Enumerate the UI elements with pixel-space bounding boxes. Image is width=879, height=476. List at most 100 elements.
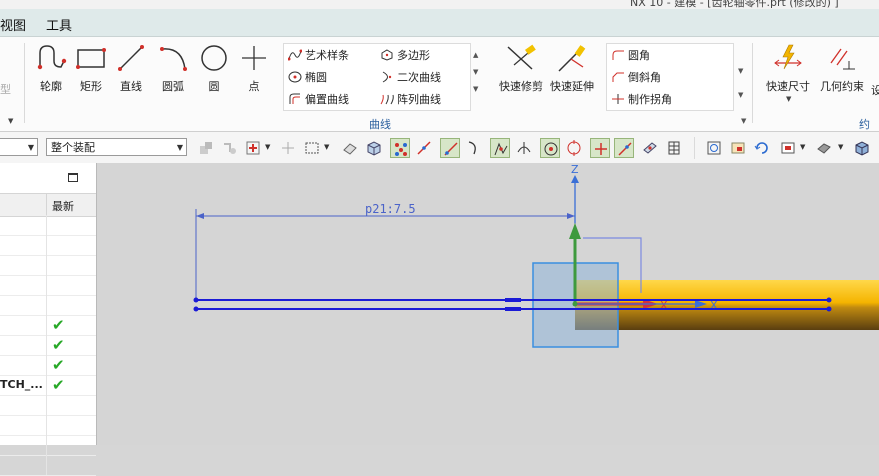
geometric-constraint-button[interactable]: 几何约束 <box>818 43 866 94</box>
menu-tools[interactable]: 工具 <box>46 15 72 34</box>
zoom-view-button[interactable] <box>728 138 748 158</box>
arc-button[interactable]: 圆弧 <box>153 43 193 94</box>
sketch-endpoint[interactable] <box>193 306 199 312</box>
quick-trim-button[interactable]: 快速修剪 <box>499 43 543 94</box>
make-corner-item[interactable]: 制作拐角 <box>611 91 672 107</box>
fit-view-icon <box>707 141 721 155</box>
point-snap-button[interactable] <box>278 138 298 158</box>
csys-origin[interactable] <box>572 301 578 307</box>
fit-view-button[interactable] <box>704 138 724 158</box>
control-point-snap-button[interactable] <box>440 138 460 158</box>
curve-gallery-scroll[interactable]: ▲ ▼ ▼ <box>473 47 478 98</box>
snap-point-menu-button[interactable] <box>243 138 263 158</box>
point-button[interactable]: 点 <box>234 43 274 94</box>
corner-gallery: 圆角 倒斜角 制作拐角 <box>606 43 734 111</box>
fillet-item[interactable]: 圆角 <box>611 47 650 63</box>
settings-partial-label[interactable]: 设 <box>871 82 879 98</box>
assembly-filter-button[interactable] <box>196 138 216 158</box>
rectangle-select-button[interactable] <box>302 138 322 158</box>
menu-view[interactable]: 视图 <box>0 15 26 34</box>
arc-label: 圆弧 <box>162 80 184 93</box>
rapid-dimension-icon <box>774 44 802 70</box>
circle-button[interactable]: 圆 <box>194 43 234 94</box>
latest-column-header[interactable]: 最新 <box>52 198 74 214</box>
profile-button[interactable]: 轮廓 <box>31 43 71 94</box>
perpendicular-snap-button[interactable] <box>514 138 534 158</box>
sketch-endpoint[interactable] <box>193 297 199 303</box>
body-select-button[interactable] <box>364 138 384 158</box>
sketch-endpoint[interactable] <box>826 297 832 303</box>
ellipse-item[interactable]: 椭圆 <box>288 69 327 85</box>
point-snap-icon <box>282 142 294 154</box>
navigator-row[interactable] <box>0 255 96 276</box>
make-corner-icon <box>612 94 624 104</box>
point-on-face-snap-button[interactable] <box>640 138 660 158</box>
assembly-filter-icon <box>200 142 212 154</box>
midpoint-snap-button[interactable] <box>414 138 434 158</box>
component-filter-button[interactable] <box>220 138 240 158</box>
navigator-row[interactable]: TCH_... ✔ <box>0 375 96 396</box>
quick-extend-button[interactable]: 快速延伸 <box>550 43 594 94</box>
type-filter-select[interactable]: ▼ <box>0 138 38 156</box>
navigator-row[interactable] <box>0 395 96 416</box>
corner-gallery-dropdown[interactable]: ▼ <box>738 67 743 75</box>
rapid-dimension-button[interactable]: 快速尺寸 <box>764 43 812 94</box>
ribbon-left-dropdown-icon[interactable]: ▼ <box>8 117 13 125</box>
navigator-row[interactable] <box>0 235 96 256</box>
polygon-item[interactable]: 多边形 <box>380 47 430 63</box>
snap-point-dropdown-icon[interactable]: ▼ <box>265 143 270 151</box>
selection-scope-select[interactable]: 整个装配 ▼ <box>46 138 187 156</box>
navigator-cell-name <box>0 335 47 355</box>
rotate-view-button[interactable] <box>752 138 772 158</box>
conic-label: 二次曲线 <box>397 71 441 84</box>
chamfer-item[interactable]: 倒斜角 <box>611 69 661 85</box>
orient-view-button[interactable] <box>778 138 798 158</box>
studio-spline-item[interactable]: 艺术样条 <box>288 47 349 63</box>
pattern-curve-item[interactable]: 阵列曲线 <box>380 91 441 107</box>
curve-group-dropdown[interactable]: ▼ <box>741 117 746 125</box>
navigator-row[interactable] <box>0 435 96 456</box>
existing-point-snap-button[interactable] <box>590 138 610 158</box>
rectangle-label: 矩形 <box>80 80 102 93</box>
view-face-button[interactable] <box>340 138 360 158</box>
navigator-row[interactable] <box>0 275 96 296</box>
rectangle-button[interactable]: 矩形 <box>71 43 111 94</box>
orient-view-dropdown-icon[interactable]: ▼ <box>800 143 805 151</box>
polygon-label: 多边形 <box>397 49 430 62</box>
corner-gallery-more[interactable]: ▼ <box>738 91 743 99</box>
maximize-icon[interactable] <box>68 173 78 182</box>
navigator-row[interactable]: ✔ <box>0 335 96 356</box>
dimension-label[interactable]: p21:7.5 <box>365 202 416 216</box>
rapid-dimension-dropdown[interactable]: ▼ <box>786 95 791 103</box>
ribbon-partial-label[interactable]: 型 <box>0 81 11 97</box>
sketch-endpoint[interactable] <box>826 306 832 312</box>
shaded-view-button[interactable] <box>852 138 872 158</box>
navigator-row[interactable] <box>0 295 96 316</box>
chevron-down-icon: ▼ <box>27 143 34 152</box>
endpoint-snap-button[interactable] <box>390 138 410 158</box>
tangent-snap-button[interactable] <box>464 138 484 158</box>
rectangle-select-dropdown-icon[interactable]: ▼ <box>324 143 329 151</box>
render-style-button[interactable] <box>814 138 834 158</box>
navigator-row[interactable] <box>0 415 96 436</box>
bounded-grid-snap-button[interactable] <box>664 138 684 158</box>
point-on-curve-snap-button[interactable] <box>614 138 634 158</box>
conic-icon <box>382 71 392 83</box>
graphics-window[interactable]: p21:7.5 Z X X <box>97 163 879 445</box>
up-to-date-check-icon: ✔ <box>52 316 65 334</box>
sketch-canvas[interactable]: p21:7.5 Z X X <box>97 163 879 445</box>
line-button[interactable]: 直线 <box>111 43 151 94</box>
make-corner-label: 制作拐角 <box>628 93 672 106</box>
quadrant-snap-button[interactable] <box>564 138 584 158</box>
control-point-snap-icon <box>444 142 458 156</box>
render-style-dropdown-icon[interactable]: ▼ <box>838 143 843 151</box>
conic-item[interactable]: 二次曲线 <box>380 69 441 85</box>
offset-curve-item[interactable]: 偏置曲线 <box>288 91 349 107</box>
navigator-row[interactable] <box>0 455 96 476</box>
navigator-row[interactable]: ✔ <box>0 315 96 336</box>
navigator-row[interactable] <box>0 215 96 236</box>
navigator-row[interactable]: ✔ <box>0 355 96 376</box>
intersection-snap-button[interactable] <box>490 138 510 158</box>
arc-center-snap-button[interactable] <box>540 138 560 158</box>
arc-center-snap-icon <box>544 142 558 156</box>
